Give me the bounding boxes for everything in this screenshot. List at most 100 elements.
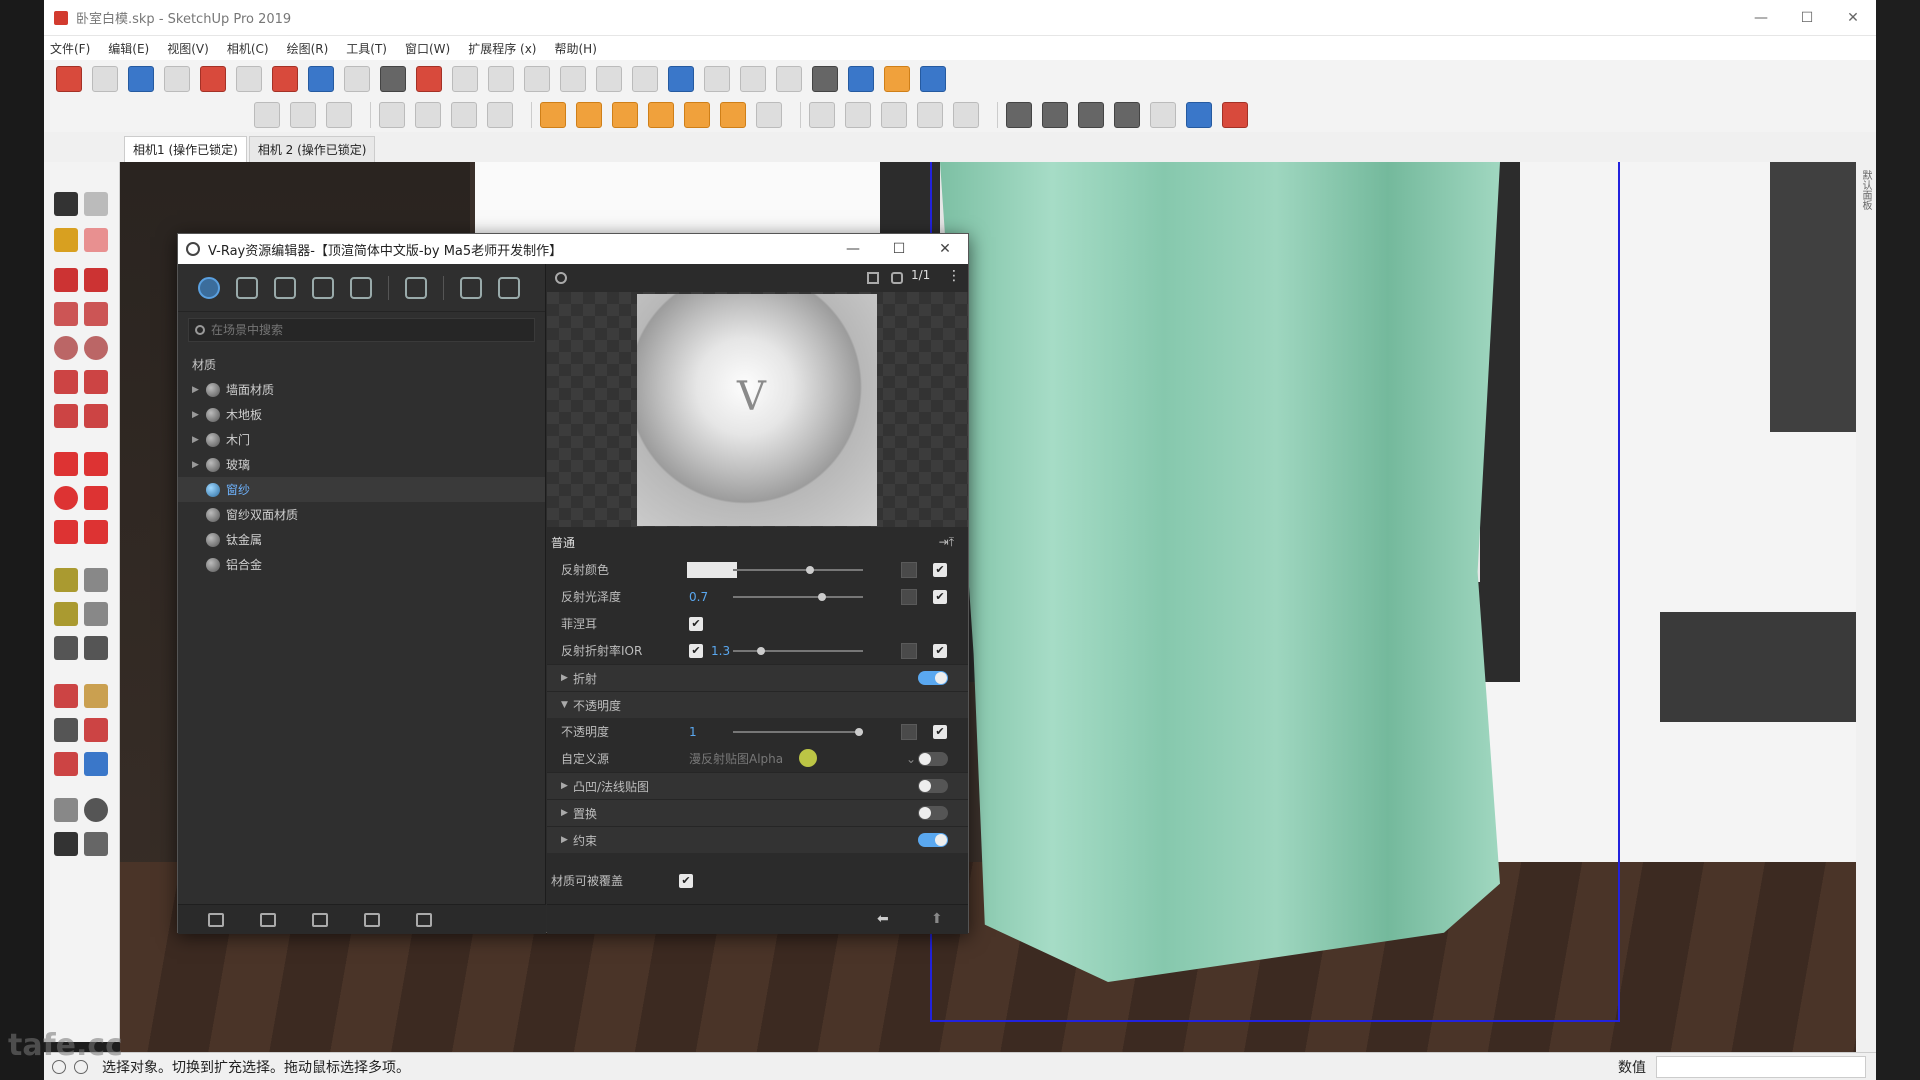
fresnel-ior-checkbox[interactable]: ✔	[933, 643, 947, 658]
tab-camera-1[interactable]: 相机1 (操作已锁定)	[124, 136, 247, 162]
material-list-item[interactable]: ▶ 玻璃	[178, 452, 545, 477]
right-view-icon[interactable]	[560, 66, 586, 92]
menu-window[interactable]: 窗口(W)	[405, 40, 450, 57]
fur-icon[interactable]	[917, 102, 943, 128]
arc-icon[interactable]	[54, 370, 78, 394]
xray-icon[interactable]	[668, 66, 694, 92]
left-view-icon[interactable]	[632, 66, 658, 92]
expand-arrow-icon[interactable]: ▶	[192, 435, 204, 445]
interactive-render-icon[interactable]	[326, 102, 352, 128]
reflection-glossiness-slider[interactable]	[733, 592, 863, 601]
line-icon[interactable]	[54, 268, 78, 292]
text-icon[interactable]	[84, 602, 108, 626]
rotate-icon[interactable]	[54, 486, 78, 510]
displacement-toggle[interactable]	[918, 806, 948, 820]
sphere-light-icon[interactable]	[576, 102, 602, 128]
maximize-button[interactable]: ☐	[1784, 0, 1830, 36]
textures-category-icon[interactable]	[312, 276, 334, 299]
settings-gear-icon[interactable]	[405, 276, 427, 299]
mesh-light-icon[interactable]	[756, 102, 782, 128]
rotated-rect-icon[interactable]	[84, 302, 108, 326]
reflection-color-slider[interactable]	[733, 565, 863, 574]
slider-knob[interactable]	[757, 646, 766, 655]
component-icon[interactable]	[84, 192, 108, 216]
add-asset-icon[interactable]	[208, 912, 224, 927]
tab-camera-2[interactable]: 相机 2 (操作已锁定)	[248, 136, 376, 162]
paint-icon[interactable]	[1150, 102, 1176, 128]
iso-view-icon[interactable]	[452, 66, 478, 92]
chevron-down-icon[interactable]: ⌄	[906, 752, 916, 766]
delete-icon[interactable]	[364, 912, 380, 927]
expand-arrow-icon[interactable]: ▶	[192, 460, 204, 470]
export-icon[interactable]	[1186, 102, 1212, 128]
rectangle-icon[interactable]	[54, 302, 78, 326]
model-info-icon[interactable]	[416, 66, 442, 92]
material-list-item[interactable]: 窗纱双面材质	[178, 502, 545, 527]
vray-maximize-button[interactable]: ☐	[876, 234, 922, 264]
walk-icon[interactable]	[54, 832, 78, 856]
material-list-item[interactable]: ▶ 墙面材质	[178, 377, 545, 402]
front-view-icon[interactable]	[524, 66, 550, 92]
eraser-icon[interactable]	[84, 228, 108, 252]
menu-file[interactable]: 文件(F)	[50, 40, 90, 57]
tape-measure-icon[interactable]	[54, 568, 78, 592]
refraction-toggle[interactable]	[918, 671, 948, 685]
select-arrow-icon[interactable]	[54, 192, 78, 216]
shaded-icon[interactable]	[776, 66, 802, 92]
fresnel-ior-slider[interactable]	[733, 646, 863, 655]
three-point-arc-icon[interactable]	[54, 404, 78, 428]
menu-extensions[interactable]: 扩展程序 (x)	[468, 40, 536, 57]
custom-source-dropdown[interactable]: 漫反射贴图Alpha	[689, 750, 783, 767]
texture-slot-icon[interactable]	[901, 642, 917, 659]
open-file-icon[interactable]	[260, 912, 276, 927]
texture-slot-icon[interactable]	[901, 723, 917, 740]
asset-editor-icon[interactable]	[415, 102, 441, 128]
3d-text-icon[interactable]	[84, 636, 108, 660]
orbit-icon[interactable]	[54, 684, 78, 708]
paste-icon[interactable]	[236, 66, 262, 92]
materials-category-icon[interactable]	[198, 276, 220, 299]
camera-lock-icon[interactable]	[487, 102, 513, 128]
render-elements-icon[interactable]	[350, 276, 372, 299]
texture-slot-icon[interactable]	[901, 561, 917, 578]
vray-close-button[interactable]: ✕	[922, 234, 968, 264]
plugin-icon[interactable]	[920, 66, 946, 92]
axes-icon[interactable]	[54, 636, 78, 660]
material-list-item[interactable]: ▶ 木门	[178, 427, 545, 452]
fresnel-ior-enable-checkbox[interactable]: ✔	[689, 643, 703, 658]
override-checkbox[interactable]: ✔	[679, 873, 693, 888]
render-teapot-icon[interactable]	[460, 276, 482, 299]
print-icon[interactable]	[380, 66, 406, 92]
apply-to-selection-icon[interactable]	[416, 912, 432, 927]
proxy-export-icon[interactable]	[845, 102, 871, 128]
freehand-icon[interactable]	[84, 268, 108, 292]
monochrome-icon[interactable]	[848, 66, 874, 92]
geometry-category-icon[interactable]	[274, 276, 296, 299]
back-arrow-icon[interactable]: ⬅	[877, 911, 889, 927]
preview-more-icon[interactable]: ⋮	[947, 268, 961, 284]
cut-icon[interactable]	[164, 66, 190, 92]
stop-render-icon[interactable]	[1222, 102, 1248, 128]
preview-size-label[interactable]: 1/1	[911, 268, 930, 282]
material-list-item[interactable]: 窗纱	[178, 477, 545, 502]
ies-light-icon[interactable]	[684, 102, 710, 128]
opacity-slider[interactable]	[733, 727, 863, 736]
circle-icon[interactable]	[54, 336, 78, 360]
opacity-value[interactable]: 1	[689, 725, 739, 739]
slider-knob[interactable]	[818, 592, 827, 601]
textured-icon[interactable]	[812, 66, 838, 92]
close-button[interactable]: ✕	[1830, 0, 1876, 36]
bump-group[interactable]: ▶ 凸凹/法线贴图	[547, 772, 968, 799]
object-props-icon[interactable]	[1042, 102, 1068, 128]
menu-tools[interactable]: 工具(T)	[346, 40, 387, 57]
vray-minimize-button[interactable]: —	[830, 234, 876, 264]
reflection-color-swatch[interactable]	[687, 561, 737, 578]
slider-knob[interactable]	[855, 727, 863, 736]
zoom-window-icon[interactable]	[84, 718, 108, 742]
refraction-group[interactable]: ▶ 折射	[547, 664, 968, 691]
asset-search-box[interactable]	[188, 318, 535, 342]
reflection-glossiness-value[interactable]: 0.7	[689, 590, 739, 604]
slider-knob[interactable]	[806, 565, 815, 574]
dimension-icon[interactable]	[84, 568, 108, 592]
wireframe-icon[interactable]	[704, 66, 730, 92]
